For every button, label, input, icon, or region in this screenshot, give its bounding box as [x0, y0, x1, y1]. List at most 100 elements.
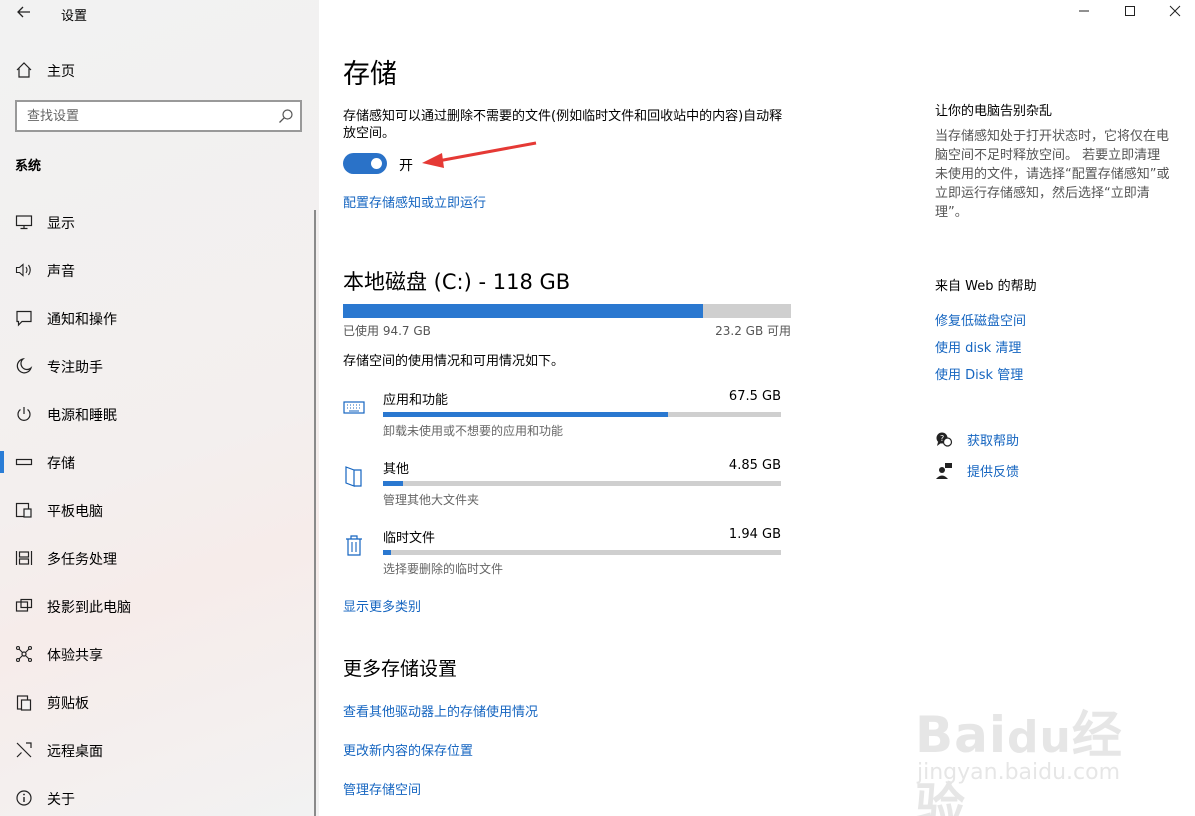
title-bar: 设置	[0, 0, 319, 28]
sidebar-item-focus-assist[interactable]: 专注助手	[0, 343, 319, 387]
sidebar-item-about[interactable]: 关于	[0, 775, 319, 816]
help-chat-icon: ?	[936, 432, 953, 447]
category-name: 其他	[383, 462, 410, 477]
sidebar-item-sound[interactable]: 声音	[0, 247, 319, 291]
web-help-link[interactable]: 使用 Disk 管理	[935, 364, 1023, 383]
trash-icon	[346, 535, 362, 556]
power-icon	[17, 407, 31, 421]
category-apps[interactable]: 应用和功能 67.5 GB 卸载未使用或不想要的应用和功能	[343, 389, 783, 449]
sidebar-item-label: 专注助手	[47, 360, 103, 376]
feedback-label: 提供反馈	[967, 465, 1020, 480]
category-subtitle: 管理其他大文件夹	[383, 493, 480, 507]
category-size: 4.85 GB	[728, 458, 781, 473]
sidebar-item-display[interactable]: 显示	[0, 199, 319, 243]
sidebar-item-label: 主页	[47, 64, 75, 80]
svg-text:?: ?	[940, 434, 944, 443]
search-box[interactable]	[15, 100, 302, 132]
category-size: 67.5 GB	[728, 389, 781, 404]
feedback-link[interactable]: 提供反馈	[935, 460, 1135, 482]
sidebar: 设置 主页 系统 显示 声音 通知和操作 专注助手 电源和睡眠 存储 平板电脑 …	[0, 0, 319, 816]
storage-sense-toggle[interactable]	[343, 153, 387, 174]
app-title: 设置	[61, 9, 88, 24]
toggle-state-label: 开	[399, 158, 413, 174]
storage-icon	[15, 458, 33, 466]
sidebar-item-label: 存储	[47, 456, 75, 472]
manage-storage-spaces-link[interactable]: 管理存储空间	[343, 779, 421, 798]
get-help-label: 获取帮助	[967, 434, 1020, 449]
sidebar-item-label: 多任务处理	[47, 552, 117, 568]
sidebar-item-tablet[interactable]: 平板电脑	[0, 487, 319, 531]
category-temp-files[interactable]: 临时文件 1.94 GB 选择要删除的临时文件	[343, 527, 783, 587]
disk-title: 本地磁盘 (C:) - 118 GB	[343, 270, 571, 294]
sidebar-item-label: 投影到此电脑	[47, 600, 131, 616]
sidebar-scrollbar[interactable]	[314, 210, 316, 816]
used-space-label: 已使用 94.7 GB	[343, 324, 431, 338]
document-icon	[345, 466, 362, 487]
category-bar-fill	[383, 550, 391, 555]
tablet-icon	[15, 502, 32, 518]
sidebar-item-multitasking[interactable]: 多任务处理	[0, 535, 319, 579]
category-bar-fill	[383, 481, 403, 486]
main-content: 存储 存储感知可以通过删除不需要的文件(例如临时文件和回收站中的内容)自动释放空…	[343, 0, 803, 816]
view-other-drives-link[interactable]: 查看其他驱动器上的存储使用情况	[343, 701, 538, 720]
get-help-link[interactable]: ? 获取帮助	[935, 429, 1135, 451]
usage-description: 存储空间的使用情况和可用情况如下。	[343, 354, 565, 369]
category-size: 1.94 GB	[728, 527, 781, 542]
sidebar-item-project[interactable]: 投影到此电脑	[0, 583, 319, 627]
declutter-heading: 让你的电脑告别杂乱	[935, 104, 1053, 119]
web-help-link[interactable]: 修复低磁盘空间	[935, 310, 1026, 329]
more-storage-settings-title: 更多存储设置	[343, 658, 458, 680]
sidebar-item-label: 远程桌面	[47, 744, 103, 760]
sidebar-item-notifications[interactable]: 通知和操作	[0, 295, 319, 339]
sidebar-item-storage[interactable]: 存储	[0, 439, 319, 483]
sidebar-item-clipboard[interactable]: 剪贴板	[0, 679, 319, 723]
disk-usage-fill	[343, 304, 703, 318]
sidebar-item-shared-experiences[interactable]: 体验共享	[0, 631, 319, 675]
category-subtitle: 卸载未使用或不想要的应用和功能	[383, 424, 564, 438]
sidebar-item-label: 显示	[47, 216, 75, 232]
category-bar-fill	[383, 412, 668, 417]
back-button[interactable]	[12, 3, 36, 23]
category-bar	[383, 550, 781, 555]
sidebar-item-label: 体验共享	[47, 648, 103, 664]
sidebar-item-remote-desktop[interactable]: 远程桌面	[0, 727, 319, 771]
watermark-url: jingyan.baidu.com	[917, 760, 1121, 785]
sidebar-item-power[interactable]: 电源和睡眠	[0, 391, 319, 435]
sidebar-item-label: 通知和操作	[47, 312, 117, 328]
moon-icon	[16, 357, 33, 374]
monitor-icon	[15, 215, 33, 230]
sidebar-item-label: 声音	[47, 264, 75, 280]
baidu-watermark: Baidu经验 jingyan.baidu.com	[915, 685, 1165, 816]
category-name: 应用和功能	[383, 393, 449, 408]
category-other[interactable]: 其他 4.85 GB 管理其他大文件夹	[343, 458, 783, 518]
sidebar-item-label: 关于	[47, 792, 75, 808]
search-input[interactable]	[17, 102, 257, 130]
speaker-icon	[15, 263, 31, 277]
keyboard-icon	[343, 401, 365, 414]
sidebar-item-home[interactable]: 主页	[0, 56, 319, 84]
project-icon	[15, 598, 33, 612]
disk-usage-bar	[343, 304, 791, 318]
storage-sense-description: 存储感知可以通过删除不需要的文件(例如临时文件和回收站中的内容)自动释放空间。	[343, 109, 783, 141]
notification-icon	[16, 310, 32, 327]
free-space-label: 23.2 GB 可用	[715, 324, 791, 338]
category-subtitle: 选择要删除的临时文件	[383, 562, 504, 576]
sidebar-item-label: 平板电脑	[47, 504, 103, 520]
home-icon	[16, 62, 32, 78]
category-bar	[383, 481, 781, 486]
web-help-heading: 来自 Web 的帮助	[935, 279, 1037, 294]
info-icon	[16, 790, 32, 806]
sidebar-item-label: 电源和睡眠	[47, 408, 117, 424]
multitask-icon	[15, 551, 33, 565]
page-title: 存储	[343, 59, 397, 90]
clipboard-icon	[16, 695, 32, 711]
configure-storage-sense-link[interactable]: 配置存储感知或立即运行	[343, 192, 486, 211]
category-name: 临时文件	[383, 531, 436, 546]
category-bar	[383, 412, 781, 417]
back-arrow-icon	[17, 6, 30, 18]
change-save-location-link[interactable]: 更改新内容的保存位置	[343, 740, 473, 759]
web-help-link[interactable]: 使用 disk 清理	[935, 337, 1021, 356]
show-more-categories-link[interactable]: 显示更多类别	[343, 596, 421, 615]
sidebar-item-label: 剪贴板	[47, 696, 89, 712]
search-icon	[279, 109, 293, 123]
